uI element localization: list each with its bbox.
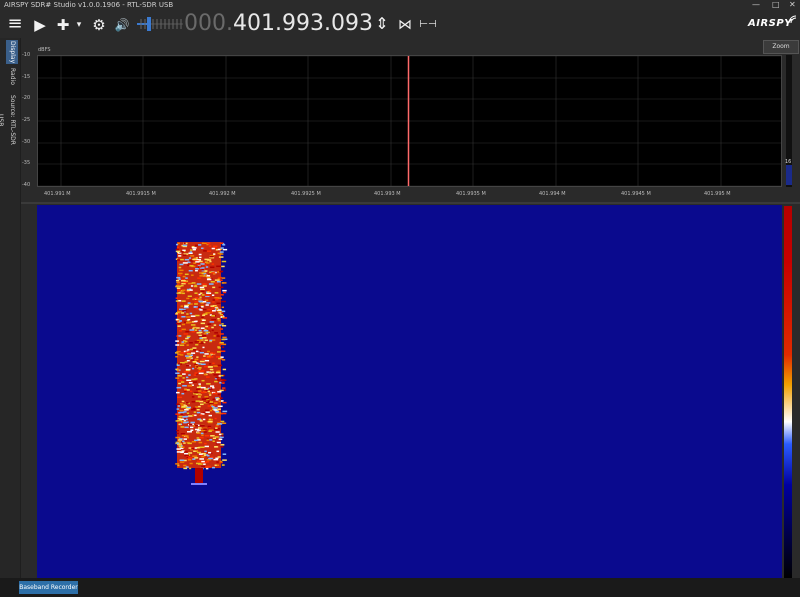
spectrum-x-tick-label: 401.9925 M xyxy=(291,191,321,197)
add-icon[interactable]: ✚ xyxy=(55,16,71,34)
spectrum-y-tick-label: -40 xyxy=(22,182,31,188)
spectrum-x-tick-label: 401.9935 M xyxy=(456,191,486,197)
spectrum-x-tick-label: 401.9945 M xyxy=(621,191,651,197)
tab-source[interactable]: Source: RTL-SDR USB xyxy=(0,90,18,150)
spectrum-grid xyxy=(38,55,781,187)
tab-display[interactable]: Display xyxy=(6,40,18,64)
baseband-recorder-button[interactable]: Baseband Recorder xyxy=(19,581,78,594)
volume-icon[interactable]: 🔊 xyxy=(113,16,131,34)
spectrum-x-tick-label: 401.995 M xyxy=(704,191,731,197)
status-bar xyxy=(0,578,800,597)
signal-icon xyxy=(788,15,797,24)
maximize-button[interactable]: □ xyxy=(772,0,780,10)
spectrum-y-tick-label: -25 xyxy=(22,117,31,123)
waterfall-display[interactable] xyxy=(37,205,782,578)
close-button[interactable]: ✕ xyxy=(789,0,796,10)
volume-slider[interactable] xyxy=(135,14,185,34)
title-bar: AIRSPY SDR# Studio v1.0.0.1906 - RTL-SDR… xyxy=(0,0,800,10)
waterfall-signal-trace xyxy=(175,242,228,485)
spectrum-x-tick-label: 401.9915 M xyxy=(126,191,156,197)
volume-slider-graphic xyxy=(137,17,183,31)
spectrum-y-tick-label: -20 xyxy=(22,95,31,101)
spectrum-x-tick-label: 401.991 M xyxy=(44,191,71,197)
spectrum-x-tick-label: 401.992 M xyxy=(209,191,236,197)
spectrum-x-tick-label: 401.993 M xyxy=(374,191,401,197)
spectrum-y-tick-label: -10 xyxy=(22,52,31,58)
frequency-prefix: 000. xyxy=(184,11,233,36)
minimize-button[interactable]: — xyxy=(752,0,760,10)
frequency-display[interactable]: 000.401.993.093 xyxy=(184,11,373,37)
center-icon[interactable]: ⋈ xyxy=(396,16,414,34)
settings-icon[interactable]: ⚙ xyxy=(90,16,108,34)
spectrum-range-scrollbar[interactable] xyxy=(786,55,792,187)
tab-radio[interactable]: Radio xyxy=(6,66,18,86)
spectrum-y-tick-label: -30 xyxy=(22,139,31,145)
panel-splitter[interactable] xyxy=(21,202,800,204)
span-icon[interactable]: ⊢⊣ xyxy=(418,16,438,34)
waterfall-color-scale xyxy=(784,206,792,578)
spectrum-range-thumb[interactable] xyxy=(786,165,792,185)
spectrum-y-tick-label: -15 xyxy=(22,74,31,80)
spectrum-range-value: 16 xyxy=(785,159,792,165)
play-icon[interactable]: ▶ xyxy=(32,16,48,34)
spectrum-plot[interactable] xyxy=(37,55,782,187)
spectrum-unit-label: dBFS xyxy=(38,47,51,53)
airspy-logo: AIRSPY xyxy=(748,18,792,29)
tune-arrows-icon[interactable]: ⇕ xyxy=(374,15,390,33)
frequency-value: 401.993.093 xyxy=(232,11,373,36)
spectrum-x-tick-label: 401.994 M xyxy=(539,191,566,197)
add-dropdown-icon[interactable]: ▾ xyxy=(74,16,84,34)
spectrum-y-tick-label: -35 xyxy=(22,160,31,166)
signal-burst xyxy=(175,242,228,485)
zoom-button[interactable]: Zoom xyxy=(763,40,799,54)
window-title: AIRSPY SDR# Studio v1.0.0.1906 - RTL-SDR… xyxy=(4,1,174,9)
menu-icon[interactable]: ≡ xyxy=(6,15,24,33)
